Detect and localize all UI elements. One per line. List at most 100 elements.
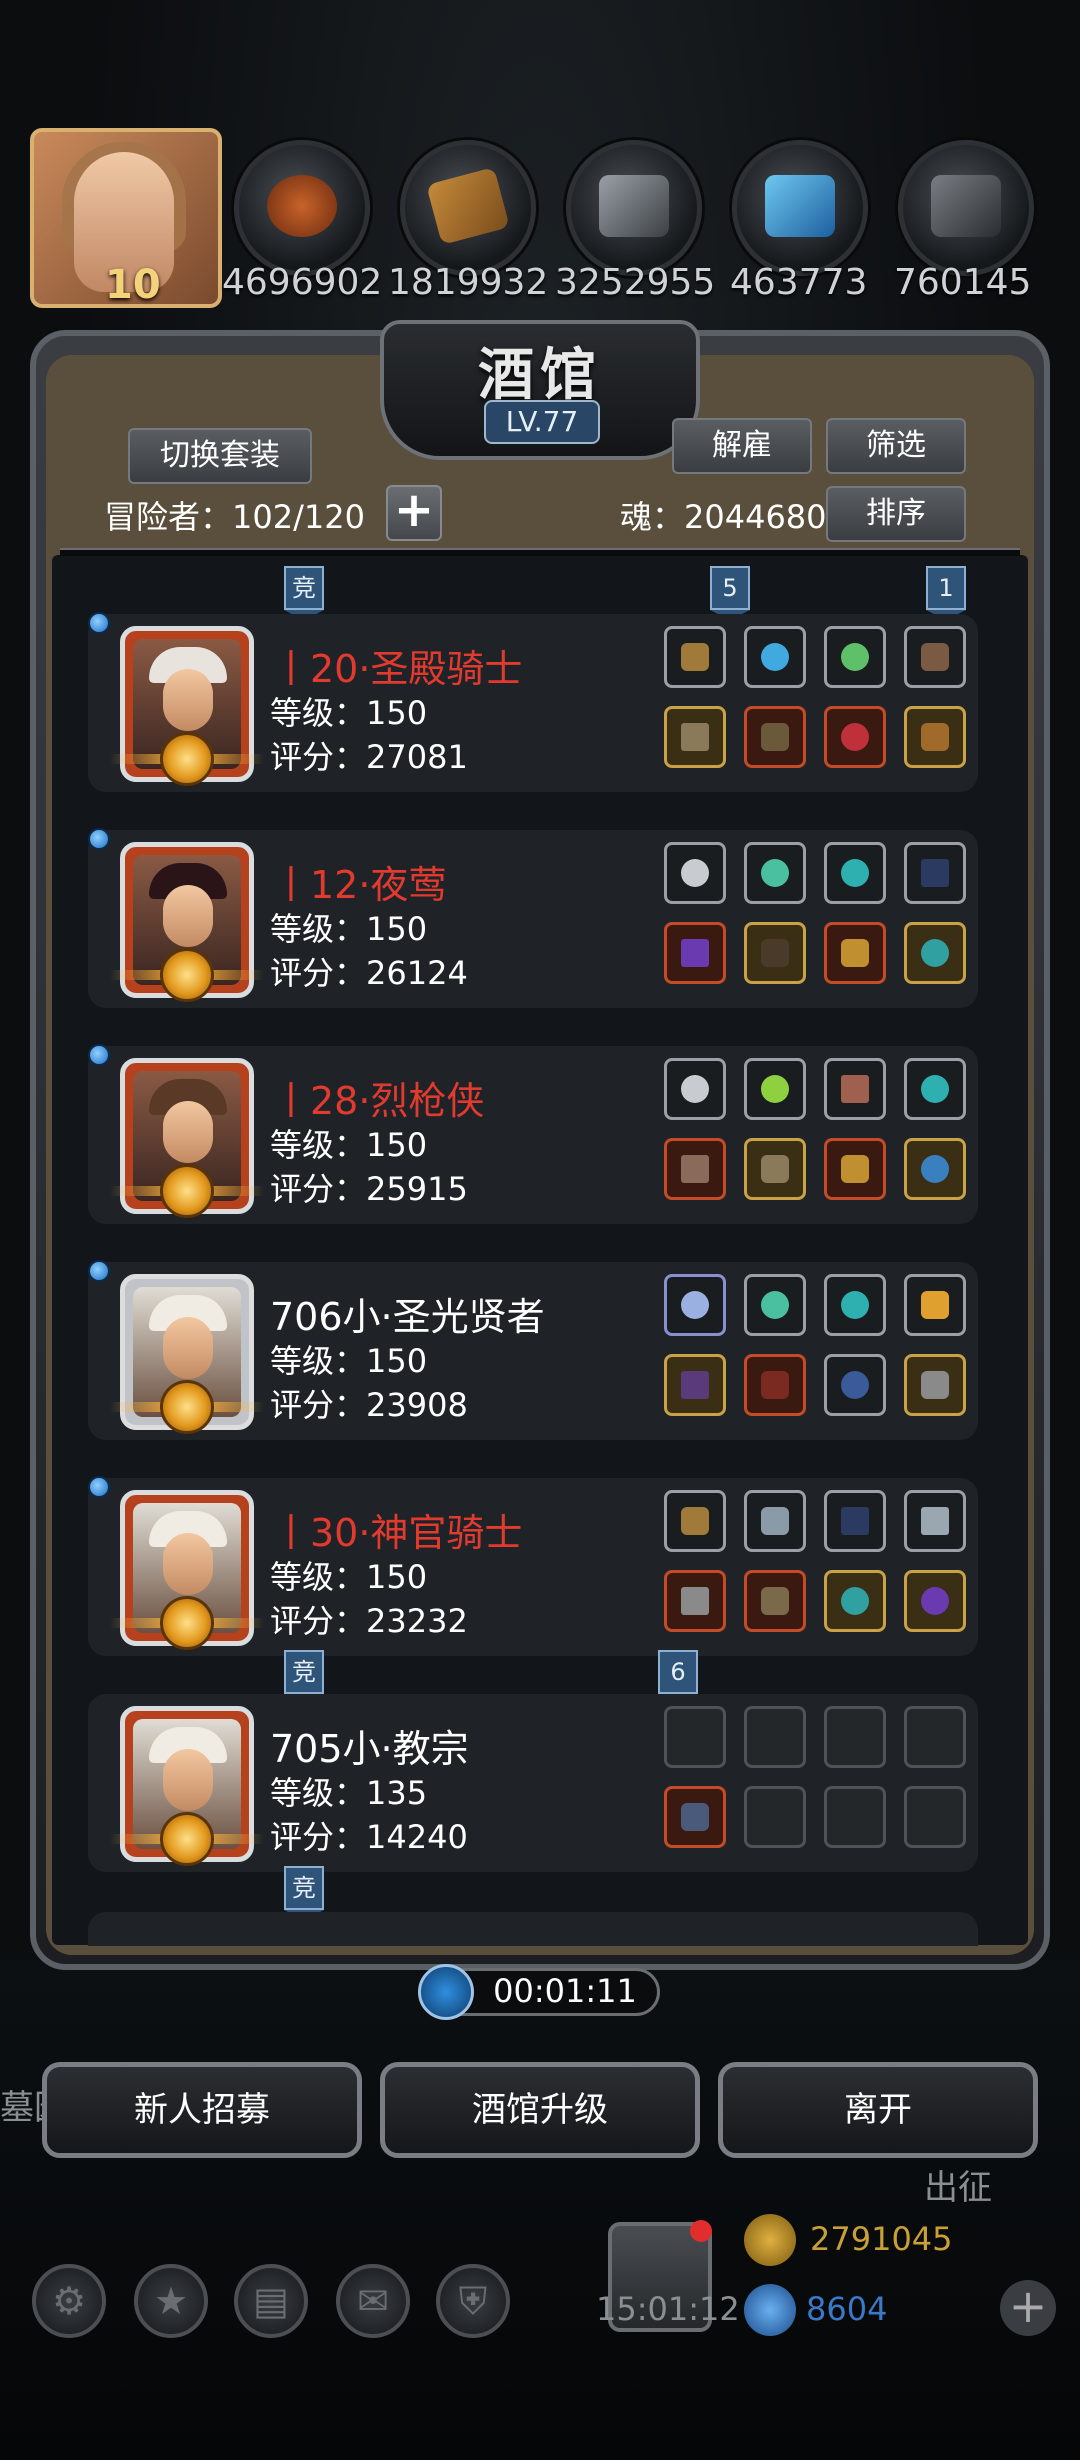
filter-button[interactable]: 筛选	[826, 418, 966, 474]
equip-belt-icon[interactable]	[664, 1490, 726, 1552]
empty-hourglass-slot-icon[interactable]	[824, 1706, 886, 1768]
book-icon[interactable]: ▤	[234, 2264, 308, 2338]
equip-ring-icon[interactable]	[904, 922, 966, 984]
equip-gem-icon[interactable]	[824, 842, 886, 904]
equip-helm-icon[interactable]	[904, 1354, 966, 1416]
equip-gauntlet-icon[interactable]	[744, 1490, 806, 1552]
equip-lantern-icon[interactable]	[904, 1274, 966, 1336]
clock-icon	[418, 1964, 474, 2020]
hero-level: 等级：135	[270, 1774, 428, 1812]
iron-value: 3252955	[555, 262, 716, 303]
dismiss-button[interactable]: 解雇	[672, 418, 812, 474]
hero-score: 评分：25915	[270, 1170, 468, 1208]
meat-icon[interactable]	[234, 140, 370, 276]
refresh-timer: 00:01:11	[493, 1972, 637, 2010]
hero-name: 丨12·夜莺	[272, 863, 447, 907]
equip-wand-icon[interactable]	[664, 922, 726, 984]
stone-icon[interactable]	[898, 140, 1034, 276]
hero-name: 706小·圣光贤者	[270, 1295, 545, 1339]
equip-feather-icon[interactable]	[824, 1058, 886, 1120]
equip-lance-icon[interactable]	[664, 1138, 726, 1200]
hero-score: 评分：27081	[270, 738, 468, 776]
settings-icon[interactable]: ⚙	[32, 2264, 106, 2338]
hero-name: 705小·教宗	[270, 1727, 469, 1771]
hero-level: 等级：150	[270, 694, 428, 732]
empty-hourglass-slot-icon[interactable]	[904, 1706, 966, 1768]
recruit-button[interactable]: 新人招募	[42, 2062, 362, 2158]
empty-ring-slot-icon[interactable]	[904, 1786, 966, 1848]
equip-robe-icon[interactable]	[744, 1354, 806, 1416]
equip-necklace-icon[interactable]	[824, 1570, 886, 1632]
equip-shield-icon[interactable]	[904, 626, 966, 688]
hero-name: 丨20·圣殿骑士	[272, 647, 523, 691]
equip-orb-icon[interactable]	[744, 842, 806, 904]
gold-amount: 2791045	[810, 2220, 953, 2258]
equip-amulet-icon[interactable]	[904, 1138, 966, 1200]
equip-armor-icon[interactable]	[744, 1138, 806, 1200]
hero-level: 等级：150	[270, 910, 428, 948]
hero-level: 等级：150	[270, 1558, 428, 1596]
rank-emblem-icon	[160, 732, 214, 786]
equip-gem-icon[interactable]	[904, 1058, 966, 1120]
meat-value: 4696902	[222, 262, 383, 303]
rank-emblem-icon	[160, 1812, 214, 1866]
sort-button[interactable]: 排序	[826, 486, 966, 542]
equip-hammer-icon[interactable]	[664, 1570, 726, 1632]
crystal-value: 463773	[730, 262, 868, 303]
equip-staff-icon[interactable]	[664, 706, 726, 768]
iron-icon[interactable]	[566, 140, 702, 276]
equip-cloak-icon[interactable]	[744, 922, 806, 984]
equip-orb-icon[interactable]	[744, 1274, 806, 1336]
equip-potion-icon[interactable]	[824, 706, 886, 768]
equip-necklace-icon[interactable]	[824, 1354, 886, 1416]
equip-boots-icon[interactable]	[904, 706, 966, 768]
rank-emblem-icon	[160, 1596, 214, 1650]
stone-value: 760145	[894, 262, 1032, 303]
hero-level: 等级：150	[270, 1342, 428, 1380]
crystal-icon[interactable]	[732, 140, 868, 276]
hero-score: 评分：23232	[270, 1602, 468, 1640]
upgrade-tavern-button[interactable]: 酒馆升级	[380, 2062, 700, 2158]
equip-staff-icon[interactable]	[664, 1354, 726, 1416]
equip-gauntlet-icon[interactable]	[664, 1786, 726, 1848]
equip-crown-icon[interactable]	[824, 1138, 886, 1200]
equip-cloud-belt-icon[interactable]	[664, 1058, 726, 1120]
equip-armor-icon[interactable]	[744, 706, 806, 768]
leave-button[interactable]: 离开	[718, 2062, 1038, 2158]
equip-ring-icon[interactable]	[824, 626, 886, 688]
equip-crown-icon[interactable]	[824, 922, 886, 984]
gift-timer: 15:01:12	[596, 2290, 740, 2328]
expedition-label: 出征	[924, 2168, 992, 2208]
compete-tag: 竞	[284, 566, 324, 620]
equip-crystal-icon[interactable]	[744, 1058, 806, 1120]
empty-ring-slot-icon[interactable]	[824, 1786, 886, 1848]
switch-outfit-button[interactable]: 切换套装	[128, 428, 312, 484]
shield-icon[interactable]: ⛨	[436, 2264, 510, 2338]
empty-drop-slot-icon[interactable]	[744, 1706, 806, 1768]
equip-dagger-icon[interactable]	[904, 842, 966, 904]
hero-badge-dot	[88, 1260, 110, 1282]
star-icon[interactable]: ★	[134, 2264, 208, 2338]
rank-emblem-icon	[160, 1164, 214, 1218]
equip-belt-icon[interactable]	[664, 626, 726, 688]
equip-ring-icon[interactable]	[904, 1570, 966, 1632]
mail-icon[interactable]: ✉	[336, 2264, 410, 2338]
wood-icon[interactable]	[400, 140, 536, 276]
hero-badge-dot	[88, 828, 110, 850]
gem-icon	[744, 2284, 796, 2336]
equip-cloud-belt-icon[interactable]	[664, 842, 726, 904]
equip-orb-icon[interactable]	[744, 626, 806, 688]
notification-dot	[690, 2220, 712, 2242]
empty-belt-slot-icon[interactable]	[664, 1706, 726, 1768]
equip-armor-icon[interactable]	[744, 1570, 806, 1632]
add-slot-button[interactable]: +	[386, 485, 442, 541]
equip-dagger-icon[interactable]	[824, 1490, 886, 1552]
hero-card-partial[interactable]	[88, 1912, 978, 1946]
equip-cloud-belt-icon[interactable]	[664, 1274, 726, 1336]
add-currency-button[interactable]: +	[1000, 2280, 1056, 2336]
equip-blade-icon[interactable]	[904, 1490, 966, 1552]
hero-score: 评分：14240	[270, 1818, 468, 1856]
equip-gem-icon[interactable]	[824, 1274, 886, 1336]
wood-value: 1819932	[388, 262, 549, 303]
empty-armor-slot-icon[interactable]	[744, 1786, 806, 1848]
